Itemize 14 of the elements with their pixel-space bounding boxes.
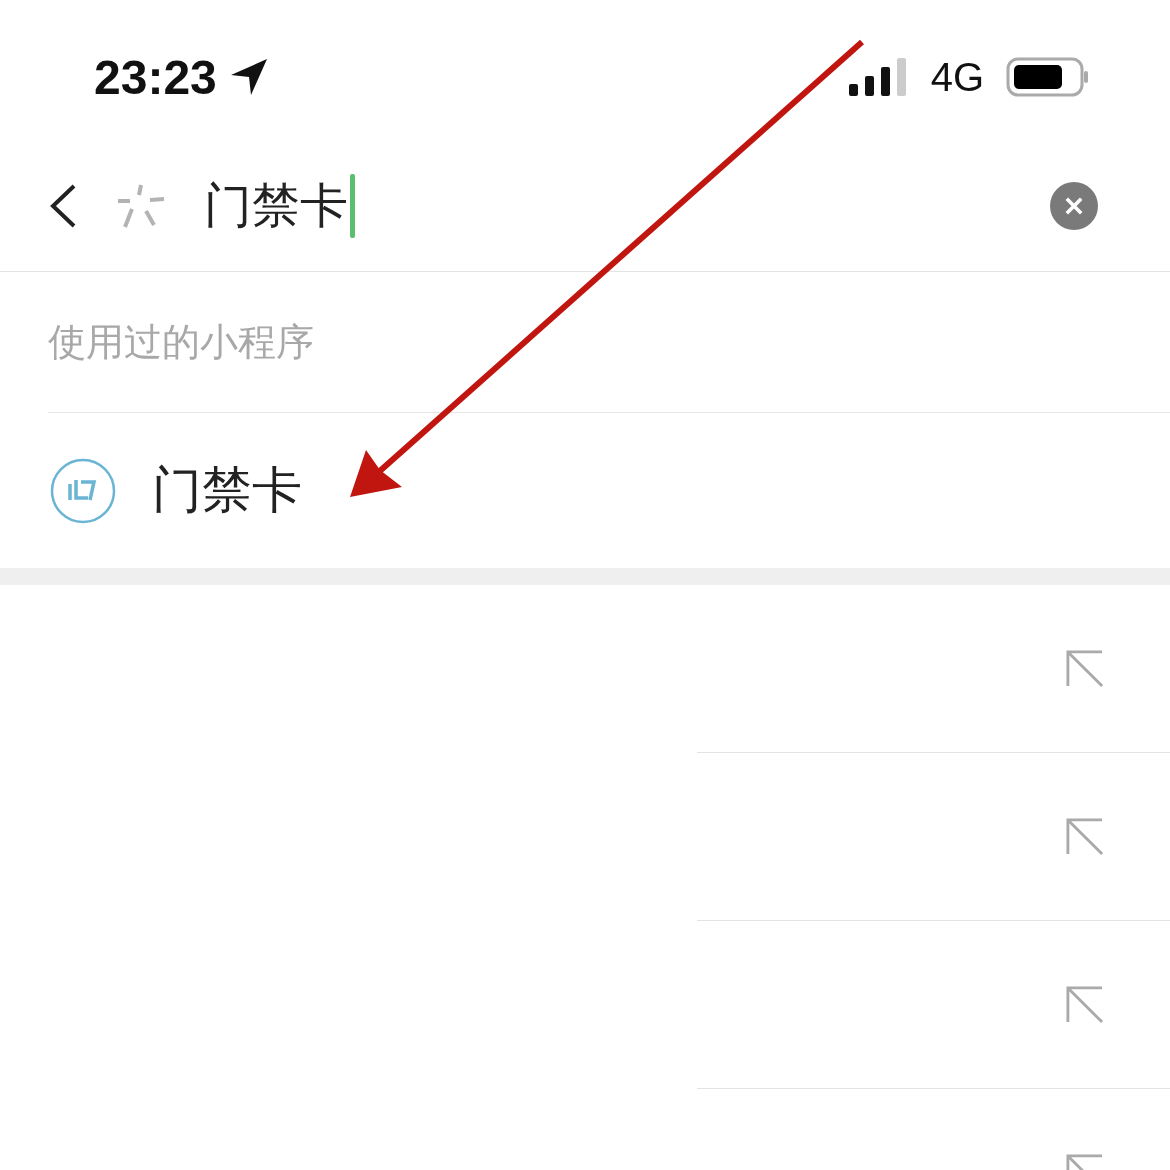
fill-in-icon[interactable] <box>1066 649 1104 688</box>
loading-icon <box>116 182 166 229</box>
fill-in-icon[interactable] <box>1066 985 1104 1024</box>
mini-program-item[interactable]: 门禁卡 <box>48 413 1170 568</box>
clear-button[interactable] <box>1050 181 1098 230</box>
battery-icon <box>1006 57 1090 97</box>
status-time: 23:23 <box>94 49 217 105</box>
search-field[interactable]: 门禁卡 <box>204 173 1050 238</box>
fill-in-icon[interactable] <box>1066 817 1104 856</box>
section-title: 使用过的小程序 <box>48 272 1170 413</box>
back-icon[interactable] <box>48 182 78 229</box>
signal-icon <box>848 58 907 96</box>
app-icon <box>50 457 116 524</box>
network-label: 4G <box>930 54 984 100</box>
